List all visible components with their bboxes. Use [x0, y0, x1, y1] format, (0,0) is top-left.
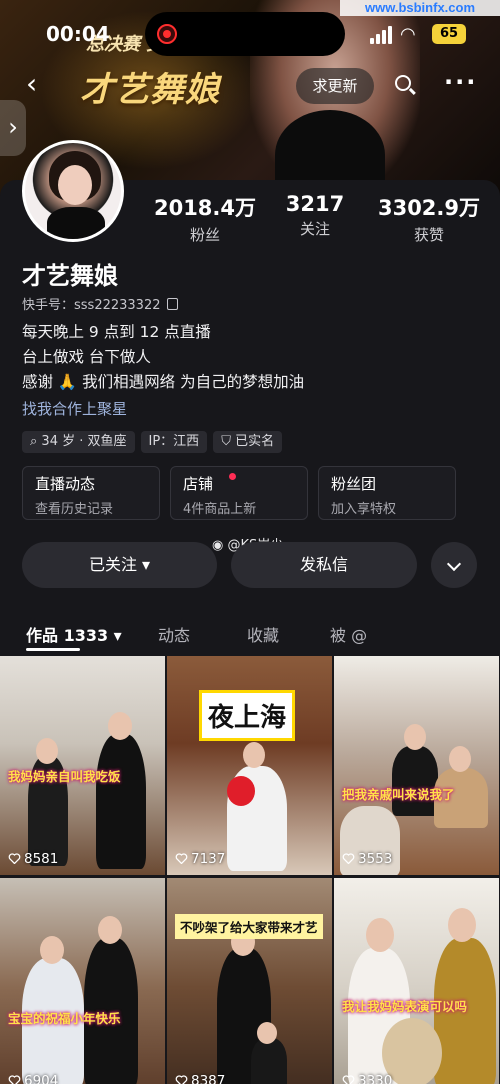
ip-location-chip: IP：江西 — [140, 431, 208, 453]
like-count: 8581 — [8, 851, 58, 867]
heart-icon — [8, 853, 21, 864]
card-fan-club[interactable]: 粉丝团 加入享特权 — [318, 466, 456, 520]
stat-label: 关注 — [299, 220, 330, 238]
age-zodiac-chip: ⌕ 34 岁 · 双鱼座 — [22, 431, 135, 453]
tab-works[interactable]: 作品 1333 ▾ — [26, 622, 122, 646]
stat-label: 获赞 — [413, 226, 444, 244]
heart-icon — [175, 853, 188, 864]
video-tile[interactable]: 宝宝的祝福小年快乐 6904 — [0, 878, 165, 1084]
like-count: 3330 — [342, 1073, 392, 1084]
card-subtitle: 查看历史记录 — [35, 502, 114, 517]
like-count: 7137 — [175, 851, 225, 867]
status-bar: 00:04 ◠ 65 www.bsbinfx.com — [0, 0, 500, 60]
tab-indicator — [26, 648, 80, 651]
video-tile[interactable]: 不吵架了给大家带来才艺 8387 — [167, 878, 332, 1084]
video-caption: 宝宝的祝福小年快乐 — [8, 1011, 121, 1026]
chevron-down-icon — [446, 556, 462, 571]
cellular-signal-icon — [370, 26, 394, 44]
profile-name: 才艺舞娘 — [22, 262, 118, 290]
video-tile[interactable]: 夜上海 7137 — [167, 656, 332, 875]
avatar[interactable] — [22, 140, 124, 242]
shield-icon: ⛉ — [221, 434, 236, 449]
card-title: 粉丝团 — [331, 475, 377, 493]
video-caption: 不吵架了给大家带来才艺 — [175, 914, 323, 939]
search-icon[interactable] — [392, 72, 420, 100]
heart-icon — [342, 853, 355, 864]
cooperation-link[interactable]: 找我合作上聚星 — [22, 398, 127, 419]
tab-favorites[interactable]: 收藏 — [247, 622, 279, 646]
profile-tags: ⌕ 34 岁 · 双鱼座 IP：江西 ⛉ 已实名 — [22, 430, 288, 454]
like-count: 8387 — [175, 1073, 225, 1084]
bio-line: 每天晚上 9 点到 12 点直播 — [22, 323, 211, 341]
video-caption: 把我亲戚叫来说我了 — [342, 787, 455, 802]
like-count: 6904 — [8, 1073, 58, 1084]
more-dots-icon[interactable]: ··· — [444, 70, 478, 100]
bio-line: 台上做戏 台下做人 — [22, 348, 151, 366]
status-time: 00:04 — [46, 22, 110, 46]
card-title: 直播动态 — [35, 475, 96, 493]
heart-icon — [8, 1075, 21, 1084]
card-live-history[interactable]: 直播动态 查看历史记录 — [22, 466, 160, 520]
battery-icon: 65 — [432, 24, 466, 44]
profile-stats: 2018.4万 粉丝 3217 关注 3302.9万 获赞 — [150, 192, 490, 245]
copy-icon[interactable] — [166, 298, 178, 310]
back-button[interactable]: ‹ — [26, 70, 54, 98]
heart-icon — [175, 1075, 188, 1084]
video-caption: 夜上海 — [199, 690, 296, 741]
watermark: www.bsbinfx.com — [340, 0, 500, 16]
bio-line: 感谢 🙏 我们相遇网络 为自己的梦想加油 — [22, 373, 305, 391]
weibo-icon: ◉ — [212, 538, 228, 553]
verified-chip: ⛉ 已实名 — [213, 431, 283, 453]
stat-value: 2018.4万 — [153, 196, 257, 220]
kuaishou-id-text: 快手号：sss22233322 — [22, 298, 161, 313]
stat-following[interactable]: 3217 关注 — [270, 192, 360, 239]
card-subtitle: 加入享特权 — [331, 502, 397, 517]
video-caption: 我妈妈亲自叫我吃饭 — [8, 769, 121, 784]
follow-button[interactable]: 已关注 ▾ — [22, 542, 217, 588]
cover-caption-title: 才艺舞娘 — [80, 70, 220, 110]
message-button[interactable]: 发私信 — [231, 542, 417, 588]
stat-followers[interactable]: 2018.4万 粉丝 — [150, 192, 260, 245]
card-subtitle: 4件商品上新 — [183, 502, 257, 517]
request-update-button[interactable]: 求更新 — [296, 68, 374, 104]
stat-value: 3217 — [285, 192, 345, 216]
notification-dot — [229, 473, 236, 480]
card-shop[interactable]: 店铺 4件商品上新 — [170, 466, 308, 520]
tab-mentions[interactable]: 被 @ — [330, 622, 367, 646]
side-drawer-handle[interactable]: › — [0, 100, 26, 156]
video-caption: 我让我妈妈表演可以吗 — [342, 999, 468, 1014]
stat-label: 粉丝 — [189, 226, 220, 244]
content-tabs: 作品 1333 ▾ 动态 收藏 被 @ — [0, 616, 500, 652]
video-tile[interactable]: 我妈妈亲自叫我吃饭 8581 — [0, 656, 165, 875]
video-tile[interactable]: 我让我妈妈表演可以吗 3330 — [334, 878, 499, 1084]
expand-button[interactable] — [431, 542, 477, 588]
kuaishou-id: 快手号：sss22233322 — [22, 294, 178, 313]
heart-icon — [342, 1075, 355, 1084]
video-tile[interactable]: 把我亲戚叫来说我了 3553 — [334, 656, 499, 875]
dynamic-island — [145, 12, 345, 56]
search-icon: ⌕ — [30, 434, 42, 449]
stat-likes[interactable]: 3302.9万 获赞 — [370, 192, 488, 245]
like-count: 3553 — [342, 851, 392, 867]
recording-icon — [157, 24, 177, 44]
wifi-icon: ◠ — [400, 24, 416, 45]
tab-moments[interactable]: 动态 — [158, 622, 190, 646]
card-title: 店铺 — [183, 475, 214, 493]
video-grid: 我妈妈亲自叫我吃饭 8581 夜上海 7137 把我亲戚叫来说我了 3553 宝… — [0, 656, 500, 1084]
stat-value: 3302.9万 — [377, 196, 481, 220]
